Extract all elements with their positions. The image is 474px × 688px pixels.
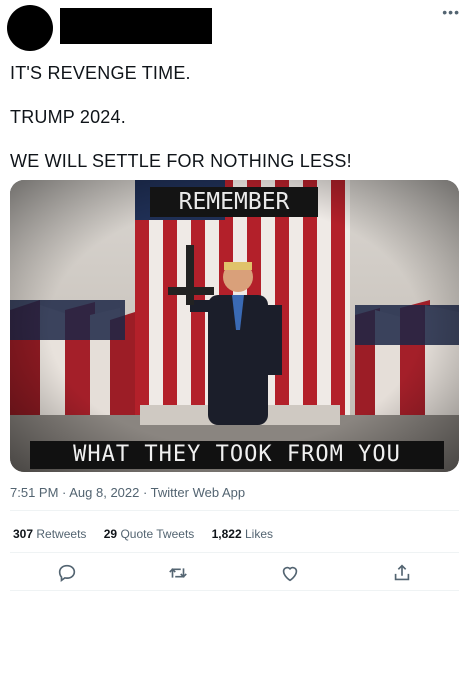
tweet-text-line: WE WILL SETTLE FOR NOTHING LESS!: [10, 151, 352, 171]
divider: [10, 552, 459, 553]
tweet-header: •••: [0, 0, 474, 51]
likes-count: 1,822: [211, 527, 242, 541]
quotes-count: 29: [103, 527, 118, 541]
retweets-count: 307: [13, 527, 34, 541]
meme-top-caption: REMEMBER: [150, 187, 318, 217]
tweet-timestamp[interactable]: 7:51 PM · Aug 8, 2022 · Twitter Web App: [10, 485, 245, 500]
divider: [10, 590, 459, 591]
likes-label: Likes: [245, 527, 274, 541]
tweet-image[interactable]: [10, 180, 459, 472]
avatar[interactable]: [7, 5, 53, 51]
like-icon[interactable]: [279, 562, 301, 584]
retweet-icon[interactable]: [167, 562, 189, 584]
retweets-label: Retweets: [36, 527, 87, 541]
tweet-text-line: TRUMP 2024.: [10, 107, 126, 127]
reply-icon[interactable]: [56, 562, 78, 584]
redacted-name: [60, 8, 212, 44]
quote-tweets-stat[interactable]: 29 Quote Tweets: [104, 527, 195, 541]
likes-stat[interactable]: 1,822 Likes: [212, 527, 273, 541]
tweet-text-line: IT'S REVENGE TIME.: [10, 63, 191, 83]
quotes-label: Quote Tweets: [120, 527, 195, 541]
divider: [10, 510, 459, 511]
meme-image: [10, 180, 459, 472]
meme-bottom-caption: WHAT THEY TOOK FROM YOU: [30, 441, 444, 469]
retweets-stat[interactable]: 307 Retweets: [13, 527, 86, 541]
share-icon[interactable]: [391, 562, 413, 584]
tweet-stats: 307 Retweets 29 Quote Tweets 1,822 Likes: [13, 527, 287, 541]
more-horizontal-icon[interactable]: •••: [442, 4, 460, 20]
tweet-actions: [0, 560, 474, 590]
